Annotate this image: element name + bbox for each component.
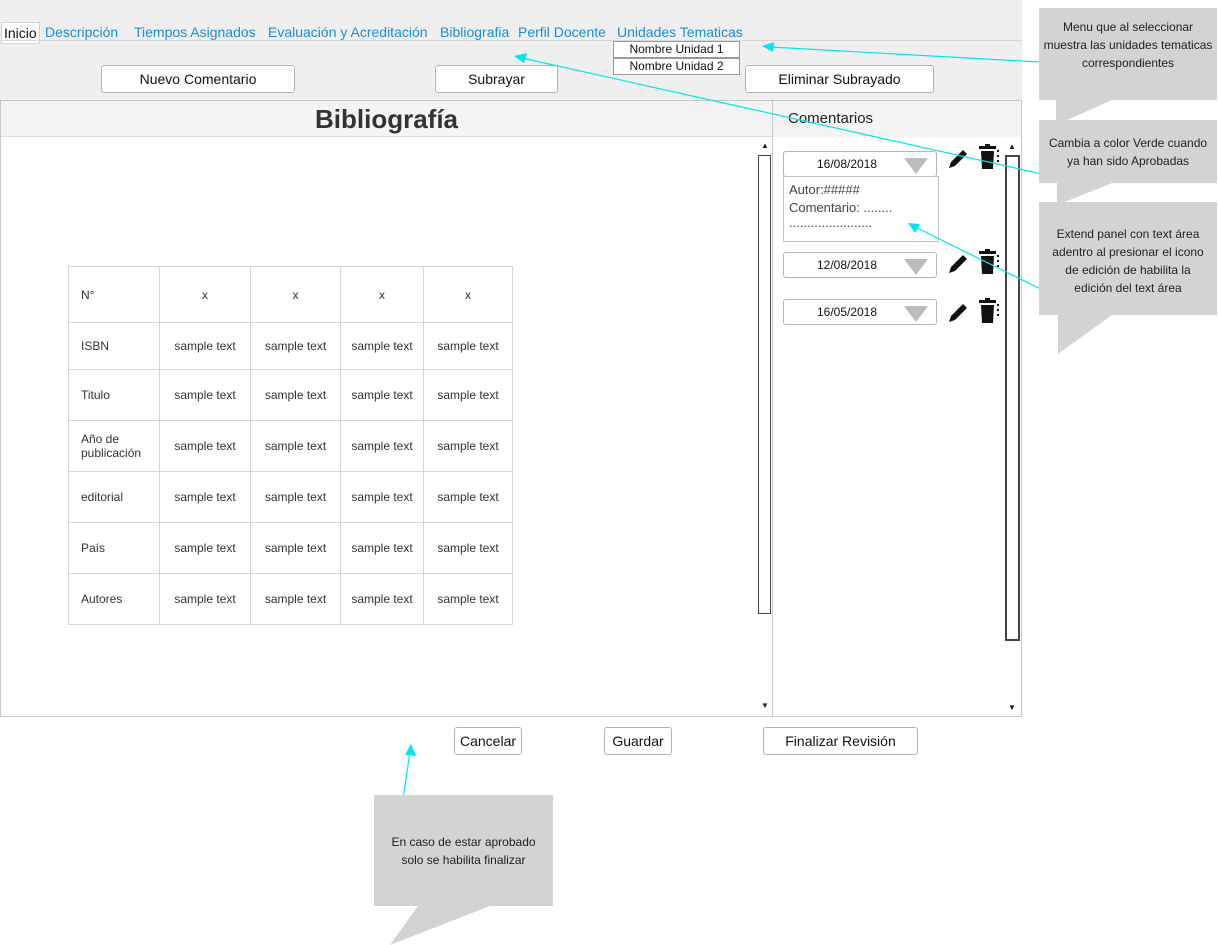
callout-tail (390, 906, 490, 945)
annotation-extend-note: Extend panel con text área adentro al pr… (1039, 202, 1217, 315)
arrowhead-icon (405, 744, 416, 756)
annotation-arrow (769, 46, 1041, 63)
callout-tail (1058, 315, 1112, 354)
annotation-layer (390, 42, 1112, 945)
arrowhead-icon (514, 53, 527, 63)
annotation-green-note: Cambia a color Verde cuando ya han sido … (1039, 120, 1217, 183)
annotation-arrow (521, 57, 1061, 179)
annotation-menu-note: Menu que al seleccionar muestra las unid… (1039, 8, 1217, 100)
annotation-approved-note: En caso de estar aprobado solo se habili… (374, 795, 553, 906)
arrowhead-icon (762, 42, 774, 52)
